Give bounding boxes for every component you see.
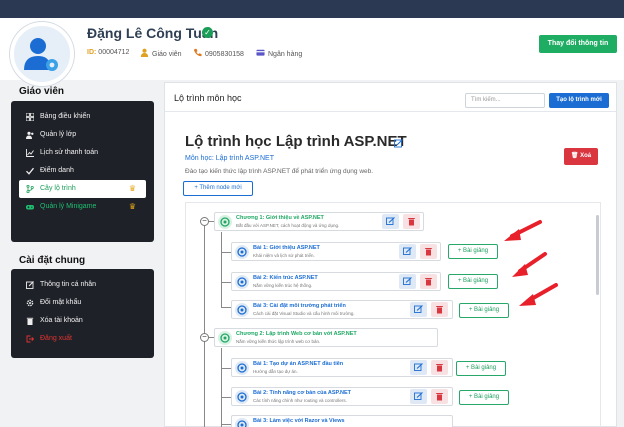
annotation-arrow-icon <box>512 252 547 277</box>
annotation-arrow-icon <box>519 283 558 306</box>
annotation-arrows <box>504 220 558 306</box>
annotation-arrow-icon <box>504 220 542 241</box>
